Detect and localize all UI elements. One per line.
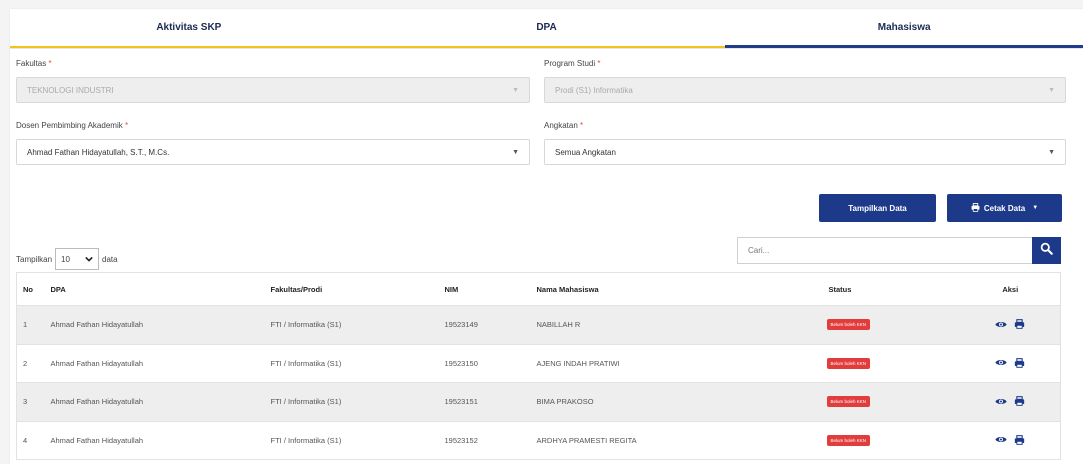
- printer-icon[interactable]: [1014, 357, 1025, 368]
- status-badge: Belum boleh KKN: [826, 357, 871, 369]
- cell-nama: AJENG INDAH PRATIWI: [530, 343, 811, 383]
- cell-status: Belum boleh KKN: [810, 305, 961, 345]
- cell-dpa: Ahmad Fathan Hidayatullah: [44, 343, 265, 383]
- angkatan-label: Angkatan *: [544, 121, 584, 130]
- col-status[interactable]: Status: [810, 272, 961, 306]
- cell-aksi: [960, 305, 1061, 345]
- cell-dpa: Ahmad Fathan Hidayatullah: [44, 420, 265, 460]
- dosen-value: Ahmad Fathan Hidayatullah, S.T., M.Cs.: [27, 147, 170, 157]
- mahasiswa-table: No DPA Fakultas/Prodi NIM Nama Mahasiswa…: [16, 272, 1061, 460]
- program-studi-field: Program Studi * Prodi (S1) Informatika ▼: [544, 58, 1066, 103]
- angkatan-value: Semua Angkatan: [555, 147, 616, 157]
- cell-nama: BIMA PRAKOSO: [530, 382, 811, 422]
- status-badge: Belum boleh KKN: [826, 434, 871, 446]
- table-row: 1 Ahmad Fathan Hidayatullah FTI / Inform…: [16, 305, 1061, 345]
- cell-nim: 19523152: [438, 420, 531, 460]
- col-aksi: Aksi: [960, 272, 1061, 306]
- eye-icon[interactable]: [995, 358, 1007, 367]
- status-badge: Belum boleh KKN: [826, 396, 871, 408]
- cell-fakultas: FTI / Informatika (S1): [264, 420, 439, 460]
- dosen-select[interactable]: Ahmad Fathan Hidayatullah, S.T., M.Cs. ▼: [16, 139, 530, 165]
- cell-nim: 19523149: [438, 305, 531, 345]
- cell-aksi: [960, 382, 1061, 422]
- cell-aksi: [960, 420, 1061, 460]
- fakultas-value: TEKNOLOGI INDUSTRI: [27, 85, 114, 95]
- chevron-down-icon: [85, 255, 93, 264]
- cell-status: Belum boleh KKN: [810, 382, 961, 422]
- cell-dpa: Ahmad Fathan Hidayatullah: [44, 305, 265, 345]
- tab-mahasiswa[interactable]: Mahasiswa: [725, 9, 1083, 48]
- search-input[interactable]: Cari...: [737, 237, 1032, 264]
- fakultas-select[interactable]: TEKNOLOGI INDUSTRI ▼: [16, 77, 530, 103]
- col-no[interactable]: No: [16, 272, 45, 306]
- angkatan-select[interactable]: Semua Angkatan ▼: [544, 139, 1066, 165]
- dosen-label: Dosen Pembimbing Akademik *: [16, 121, 129, 130]
- col-nim[interactable]: NIM: [438, 272, 531, 306]
- printer-icon[interactable]: [1014, 434, 1025, 445]
- status-badge: Belum boleh KKN: [826, 319, 871, 331]
- print-data-label: Cetak Data: [983, 203, 1026, 213]
- search-button[interactable]: [1032, 237, 1061, 264]
- eye-icon[interactable]: [995, 435, 1007, 444]
- print-data-button[interactable]: Cetak Data ▼: [947, 194, 1062, 222]
- printer-icon[interactable]: [1014, 396, 1025, 406]
- cell-fakultas: FTI / Informatika (S1): [264, 343, 439, 383]
- tab-dpa[interactable]: DPA: [367, 9, 726, 48]
- printer-icon: [971, 202, 980, 214]
- table-row: 4 Ahmad Fathan Hidayatullah FTI / Inform…: [16, 420, 1061, 460]
- caret-down-icon: ▼: [1032, 205, 1039, 211]
- cell-no: 3: [16, 382, 45, 422]
- chevron-down-icon: ▼: [512, 86, 519, 94]
- cell-nim: 19523150: [438, 343, 531, 383]
- program-studi-value: Prodi (S1) Informatika: [555, 85, 633, 95]
- chevron-down-icon: ▼: [1048, 86, 1055, 94]
- cell-fakultas: FTI / Informatika (S1): [264, 382, 439, 422]
- dosen-field: Dosen Pembimbing Akademik * Ahmad Fathan…: [16, 120, 530, 165]
- fakultas-field: Fakultas * TEKNOLOGI INDUSTRI ▼: [16, 58, 530, 103]
- search-icon: [1040, 242, 1053, 260]
- cell-status: Belum boleh KKN: [810, 343, 961, 383]
- cell-nama: NABILLAH R: [530, 305, 811, 345]
- fakultas-label: Fakultas *: [16, 59, 52, 68]
- filter-form: Fakultas * TEKNOLOGI INDUSTRI ▼ Program …: [16, 58, 1066, 182]
- chevron-down-icon: ▼: [512, 148, 519, 156]
- cell-no: 1: [16, 305, 45, 345]
- cell-status: Belum boleh KKN: [810, 420, 961, 460]
- cell-fakultas: FTI / Informatika (S1): [264, 305, 439, 345]
- cell-dpa: Ahmad Fathan Hidayatullah: [44, 382, 265, 422]
- col-nama[interactable]: Nama Mahasiswa: [530, 272, 811, 306]
- angkatan-field: Angkatan * Semua Angkatan ▼: [544, 120, 1066, 165]
- length-prefix: Tampilkan: [16, 254, 53, 264]
- page-length-control: Tampilkan 10 data: [16, 248, 118, 270]
- cell-no: 2: [16, 343, 45, 383]
- cell-aksi: [960, 343, 1061, 383]
- tab-bar: Aktivitas SKP DPA Mahasiswa: [10, 9, 1083, 49]
- printer-icon[interactable]: [1014, 319, 1025, 329]
- chevron-down-icon: ▼: [1048, 148, 1055, 156]
- length-suffix: data: [102, 254, 118, 264]
- cell-nim: 19523151: [438, 382, 531, 422]
- cell-nama: ARDHYA PRAMESTI REGITA: [530, 420, 811, 460]
- program-studi-select[interactable]: Prodi (S1) Informatika ▼: [544, 77, 1066, 103]
- eye-icon[interactable]: [995, 397, 1007, 406]
- col-fakultas[interactable]: Fakultas/Prodi: [264, 272, 439, 306]
- table-header-row: No DPA Fakultas/Prodi NIM Nama Mahasiswa…: [16, 272, 1061, 306]
- page-length-value: 10: [61, 254, 70, 264]
- page-length-select[interactable]: 10: [55, 248, 100, 270]
- show-data-button[interactable]: Tampilkan Data: [819, 194, 936, 222]
- program-studi-label: Program Studi *: [544, 59, 601, 68]
- table-row: 2 Ahmad Fathan Hidayatullah FTI / Inform…: [16, 343, 1061, 383]
- tab-aktivitas-skp[interactable]: Aktivitas SKP: [10, 9, 368, 48]
- table-row: 3 Ahmad Fathan Hidayatullah FTI / Inform…: [16, 382, 1061, 422]
- cell-no: 4: [16, 420, 45, 460]
- eye-icon[interactable]: [995, 320, 1007, 329]
- col-dpa[interactable]: DPA: [44, 272, 265, 306]
